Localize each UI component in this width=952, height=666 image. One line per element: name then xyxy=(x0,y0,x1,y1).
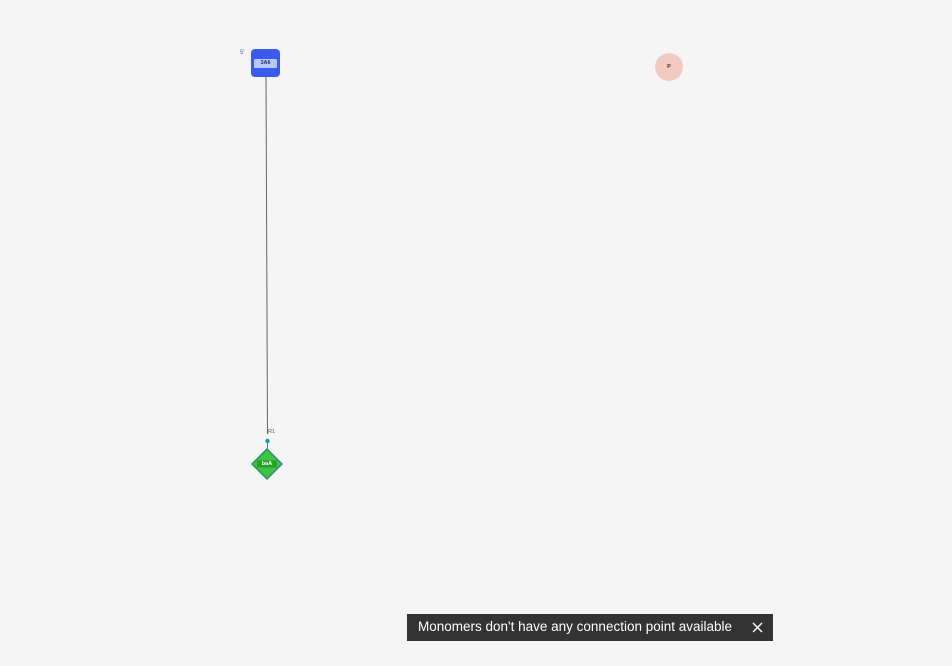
editor-canvas[interactable]: 5' 3A6 P R1 baA Monomers don't have any … xyxy=(0,0,952,666)
toast-message: Monomers don't have any connection point… xyxy=(418,619,733,634)
base-monomer-label: baA xyxy=(261,461,273,467)
phosphate-monomer-label: P xyxy=(667,64,671,70)
phosphate-monomer[interactable]: P xyxy=(655,53,683,81)
five-prime-marker: 5' xyxy=(240,50,245,56)
attachment-point-label: R1 xyxy=(268,429,276,435)
close-icon[interactable] xyxy=(749,619,766,636)
bond-line[interactable] xyxy=(265,76,268,435)
base-monomer[interactable]: baA xyxy=(251,448,283,480)
bond-layer xyxy=(265,76,270,450)
sugar-monomer[interactable]: 3A6 xyxy=(251,49,280,77)
attachment-point-r1[interactable] xyxy=(265,438,270,444)
sugar-monomer-label: 3A6 xyxy=(254,59,277,68)
notification-toast: Monomers don't have any connection point… xyxy=(407,614,773,641)
